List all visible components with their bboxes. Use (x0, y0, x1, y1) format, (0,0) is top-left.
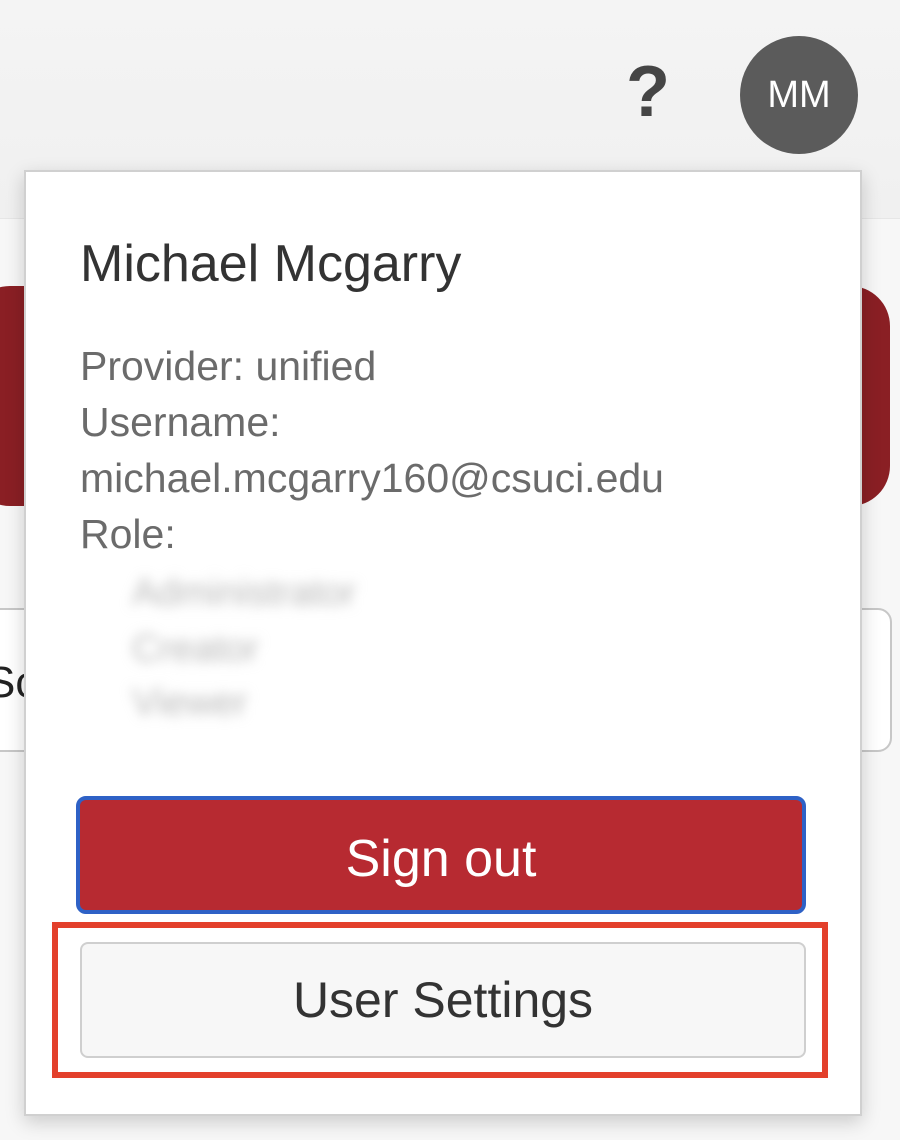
role-item: Administrator (132, 572, 356, 614)
role-item: Viewer (132, 682, 248, 724)
user-menu-popup: Michael Mcgarry Provider: unified Userna… (24, 170, 862, 1116)
username-value: michael.mcgarry160@csuci.edu (80, 455, 664, 501)
user-settings-button[interactable]: User Settings (80, 942, 806, 1058)
user-full-name: Michael Mcgarry (80, 235, 462, 293)
help-icon[interactable]: ? (624, 52, 672, 132)
user-avatar-button[interactable]: MM (740, 36, 858, 154)
sign-out-button[interactable]: Sign out (76, 796, 806, 914)
username-label: Username: (80, 399, 281, 445)
provider-line: Provider: unified (80, 343, 377, 389)
role-label: Role: (80, 511, 176, 557)
role-item: Creator (132, 628, 259, 670)
